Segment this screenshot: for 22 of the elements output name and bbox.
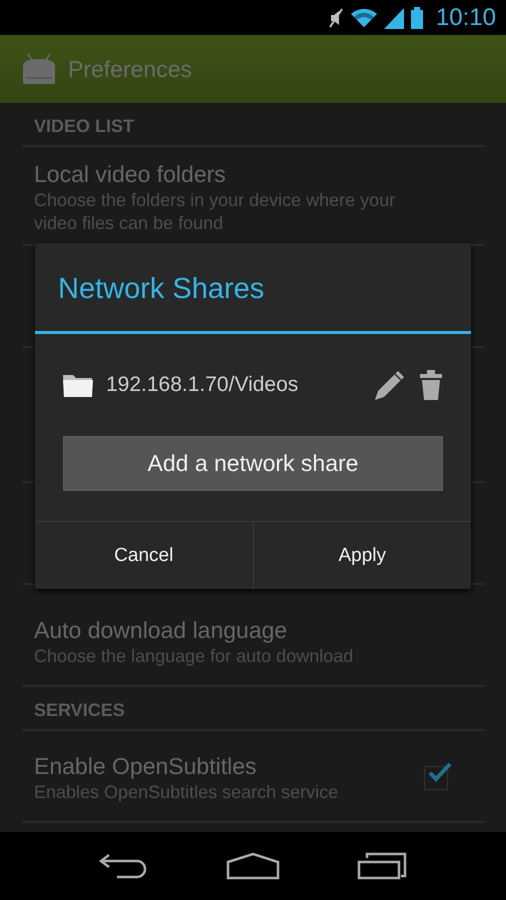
- preference-title: Enable OpenSubtitles: [34, 752, 258, 781]
- screen-title: Preferences: [68, 56, 192, 82]
- wifi-icon: [350, 6, 378, 28]
- muted-icon: [328, 6, 344, 28]
- signal-icon: [384, 6, 404, 28]
- recent-apps-icon[interactable]: [357, 852, 408, 880]
- trash-icon[interactable]: [419, 369, 443, 401]
- pencil-icon[interactable]: [373, 368, 407, 402]
- preference-title: Auto download language: [34, 616, 288, 645]
- add-share-button[interactable]: Add a network share: [63, 436, 443, 491]
- preference-title: Local video folders: [34, 160, 227, 189]
- section-header: VIDEO LIST: [33, 115, 136, 138]
- share-path[interactable]: 192.168.1.70/Videos: [106, 373, 361, 397]
- dialog-title: Network Shares: [57, 272, 266, 307]
- app-icon: [20, 52, 58, 86]
- battery-icon: [410, 6, 424, 28]
- back-icon[interactable]: [98, 853, 149, 879]
- dialog-button[interactable]: Apply: [252, 522, 471, 589]
- dialog-button[interactable]: Cancel: [35, 522, 252, 589]
- home-icon[interactable]: [226, 852, 280, 880]
- clock-time: 10:10: [436, 4, 496, 32]
- section-header: SERVICES: [33, 699, 126, 722]
